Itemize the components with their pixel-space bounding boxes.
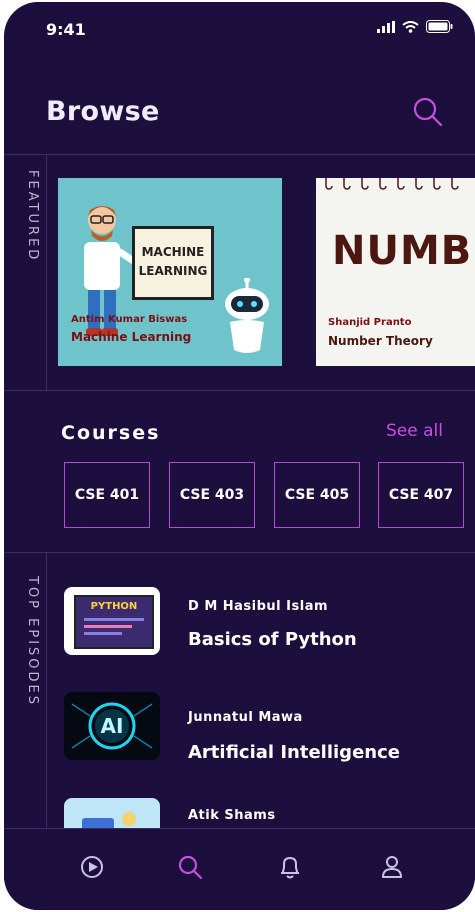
course-chip[interactable]: CSE 405	[274, 462, 360, 528]
divider	[4, 552, 475, 553]
status-icons	[377, 20, 453, 33]
divider	[4, 154, 475, 155]
featured-course: Number Theory	[328, 334, 433, 348]
thumb-label: PYTHON	[90, 601, 138, 612]
battery-icon	[426, 20, 453, 33]
featured-author: Antim Kumar Biswas	[71, 314, 188, 325]
featured-title-art: NUMBE THEOR	[332, 228, 475, 274]
thumb-label: AI	[100, 714, 124, 738]
divider	[4, 390, 475, 391]
tab-search[interactable]	[174, 851, 206, 883]
featured-card-number-theory[interactable]: NUMBE THEOR Shanjid Pranto Number Theory	[316, 178, 475, 366]
course-chip[interactable]: CSE 403	[169, 462, 255, 528]
board-text-label: MACHINE LEARNING	[138, 245, 208, 278]
top-episodes-label: TOP EPISODES	[25, 576, 40, 707]
see-all-link[interactable]: See all	[386, 421, 443, 441]
tab-play[interactable]	[76, 851, 108, 883]
episode-thumbnail[interactable]: PYTHON	[64, 587, 160, 655]
featured-author: Shanjid Pranto	[328, 317, 412, 328]
episode-thumbnail[interactable]: AI	[64, 692, 160, 760]
wifi-icon	[402, 20, 419, 33]
laptop-screen: PYTHON	[74, 595, 154, 649]
episode-author: Atik Shams	[188, 808, 276, 823]
status-bar: 9:41	[4, 2, 475, 46]
signal-icon	[377, 20, 395, 33]
episode-author: Junnatul Mawa	[188, 710, 303, 725]
robot-illustration	[225, 278, 269, 353]
courses-title: Courses	[61, 422, 161, 444]
search-icon	[178, 855, 203, 880]
play-icon	[81, 856, 103, 878]
course-chip[interactable]: CSE 401	[64, 462, 150, 528]
featured-card-machine-learning[interactable]: MACHINE LEARNING Antim Kumar Biswas Mach…	[58, 178, 282, 366]
board-text: MACHINE LEARNING	[132, 226, 214, 300]
search-button[interactable]	[410, 94, 446, 130]
page-title: Browse	[46, 96, 160, 127]
tab-bar	[4, 828, 475, 910]
course-chip[interactable]: CSE 407	[378, 462, 464, 528]
search-icon	[413, 97, 443, 127]
code-line	[84, 632, 122, 635]
status-time: 9:41	[46, 20, 86, 39]
notebook-rings	[325, 178, 459, 190]
divider	[46, 154, 47, 390]
episode-author: D M Hasibul Islam	[188, 599, 329, 614]
user-icon	[381, 856, 403, 878]
phone-screen: 9:41 Browse FEATURED MACHINE LEARNING An…	[4, 2, 475, 910]
bell-icon	[281, 856, 299, 879]
code-line	[84, 618, 144, 621]
thumb-shape	[122, 812, 136, 826]
tab-profile[interactable]	[376, 851, 408, 883]
featured-label: FEATURED	[25, 170, 40, 263]
tab-notifications[interactable]	[274, 851, 306, 883]
featured-course: Machine Learning	[71, 330, 192, 344]
code-line	[84, 625, 132, 628]
episode-title[interactable]: Basics of Python	[188, 629, 357, 650]
divider	[46, 552, 47, 828]
episode-title[interactable]: Artificial Intelligence	[188, 742, 400, 763]
